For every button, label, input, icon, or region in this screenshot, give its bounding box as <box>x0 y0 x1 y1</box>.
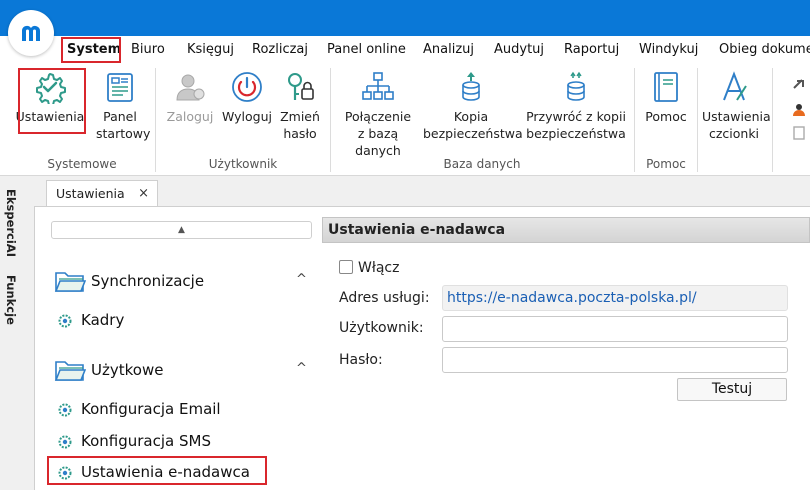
ribbon: Ustawienia Panel startowy Systemowe Zalo… <box>0 64 810 176</box>
tab-ustawienia[interactable]: Ustawienia × <box>46 180 158 207</box>
dashboard-panel-icon <box>107 73 133 102</box>
sidebar-tab-eksperciai[interactable]: EksperciAI <box>4 189 18 257</box>
wyloguj-label: Wyloguj <box>222 109 272 124</box>
gear-icon <box>58 314 72 328</box>
menu-biuro[interactable]: Biuro <box>131 36 165 64</box>
pomoc-label: Pomoc <box>645 109 687 124</box>
pomoc-button[interactable]: Pomoc <box>640 64 692 125</box>
close-icon[interactable]: × <box>138 181 149 207</box>
menu-panel-online[interactable]: Panel online <box>327 36 406 64</box>
przywroc-button[interactable]: Przywróć z kopii bezpieczeństwa <box>524 64 628 142</box>
nav-item-ustawienia-e-nadawca-label: Ustawienia e-nadawca <box>81 463 250 481</box>
username-label: Użytkownik: <box>339 320 424 336</box>
zmien-haslo-label: Zmień hasło <box>280 109 320 141</box>
menu-obieg-dokumentow[interactable]: Obieg dokumen <box>719 36 810 64</box>
password-label: Hasło: <box>339 352 383 368</box>
database-restore-icon <box>567 71 585 101</box>
gear-icon <box>58 403 72 417</box>
person-icon[interactable] <box>792 102 806 116</box>
book-icon <box>654 72 678 102</box>
polaczenie-button[interactable]: Połączenie z bazą danych <box>336 64 420 159</box>
zaloguj-label: Zaloguj <box>166 109 214 124</box>
ribbon-separator <box>697 68 698 172</box>
ribbon-separator <box>155 68 156 172</box>
network-icon <box>362 72 394 100</box>
nav-group-uzytkowe-label: Użytkowe <box>91 361 164 379</box>
password-field[interactable] <box>442 347 788 373</box>
panel-title: Ustawienia e-nadawca <box>322 217 810 243</box>
username-field[interactable] <box>442 316 788 342</box>
vertical-sidebar: EksperciAI Funkcje <box>0 177 26 490</box>
ustawienia-label: Ustawienia <box>15 109 85 124</box>
menu-audytuj[interactable]: Audytuj <box>494 36 544 64</box>
user-login-icon <box>176 74 205 101</box>
menu-rozliczaj[interactable]: Rozliczaj <box>252 36 308 64</box>
menu-windykuj[interactable]: Windykuj <box>639 36 698 64</box>
key-lock-icon <box>288 73 314 100</box>
menu-bar: System Biuro Księguj Rozliczaj Panel onl… <box>0 36 810 64</box>
app-logo[interactable] <box>8 10 54 56</box>
app-logo-icon <box>22 25 40 41</box>
kopia-bezpieczenstwa-label: Kopia bezpieczeństwa <box>423 109 523 141</box>
zmien-haslo-button[interactable]: Zmień hasło <box>276 64 324 142</box>
wyloguj-button[interactable]: Wyloguj <box>218 64 276 125</box>
link-icon[interactable] <box>792 78 806 92</box>
ustawienia-czcionki-label: Ustawienia czcionki <box>702 109 771 141</box>
kopia-bezpieczenstwa-button[interactable]: Kopia bezpieczeństwa <box>422 64 523 142</box>
menu-ksieguj[interactable]: Księguj <box>187 36 234 64</box>
enable-checkbox-label[interactable]: Włącz <box>358 260 399 276</box>
database-backup-icon <box>462 72 480 101</box>
ustawienia-button[interactable]: Ustawienia <box>14 64 86 125</box>
title-bar <box>0 0 810 36</box>
nav-item-konfiguracja-email-label: Konfiguracja Email <box>81 400 221 418</box>
przywroc-label: Przywróć z kopii bezpieczeństwa <box>526 109 626 141</box>
folder-icon <box>54 361 86 381</box>
folder-icon <box>54 272 86 292</box>
zaloguj-button[interactable]: Zaloguj <box>162 64 218 125</box>
scroll-up-button[interactable]: ▲ <box>51 221 312 239</box>
panel-startowy-label: Panel startowy <box>96 109 151 141</box>
group-systemowe: Systemowe <box>47 157 117 171</box>
menu-system[interactable]: System <box>67 36 121 64</box>
menu-raportuj[interactable]: Raportuj <box>564 36 619 64</box>
enable-checkbox[interactable] <box>339 260 353 274</box>
ustawienia-czcionki-button[interactable]: Ustawienia czcionki <box>702 64 771 142</box>
nav-item-kadry-label: Kadry <box>81 311 125 329</box>
nav-item-konfiguracja-sms-label: Konfiguracja SMS <box>81 432 211 450</box>
group-uzytkownik: Użytkownik <box>208 157 278 171</box>
menu-analizuj[interactable]: Analizuj <box>423 36 474 64</box>
panel-startowy-button[interactable]: Panel startowy <box>90 64 150 142</box>
gear-icon <box>58 466 72 480</box>
power-icon <box>232 72 262 102</box>
group-pomoc: Pomoc <box>646 157 686 171</box>
nav-group-synchronizacje-label: Synchronizacje <box>91 272 205 290</box>
chevron-up-icon[interactable]: ^ <box>296 272 307 287</box>
tab-ustawienia-label: Ustawienia <box>56 186 125 201</box>
ribbon-separator <box>330 68 331 172</box>
service-address-label: Adres usługi: <box>339 290 430 306</box>
font-icon <box>723 71 747 101</box>
gear-icon <box>58 435 72 449</box>
service-address-field[interactable]: https://e-nadawca.poczta-polska.pl/ <box>442 285 788 311</box>
polaczenie-label: Połączenie z bazą danych <box>344 109 412 158</box>
ribbon-separator <box>634 68 635 172</box>
ribbon-separator <box>772 68 773 172</box>
tab-bar: Ustawienia × <box>34 177 810 207</box>
sidebar-tab-funkcje[interactable]: Funkcje <box>4 275 18 325</box>
test-button[interactable]: Testuj <box>677 378 787 401</box>
document-icon[interactable] <box>792 126 806 140</box>
group-baza-danych: Baza danych <box>443 157 521 171</box>
gear-check-icon <box>36 73 66 104</box>
chevron-up-icon[interactable]: ^ <box>296 361 307 376</box>
